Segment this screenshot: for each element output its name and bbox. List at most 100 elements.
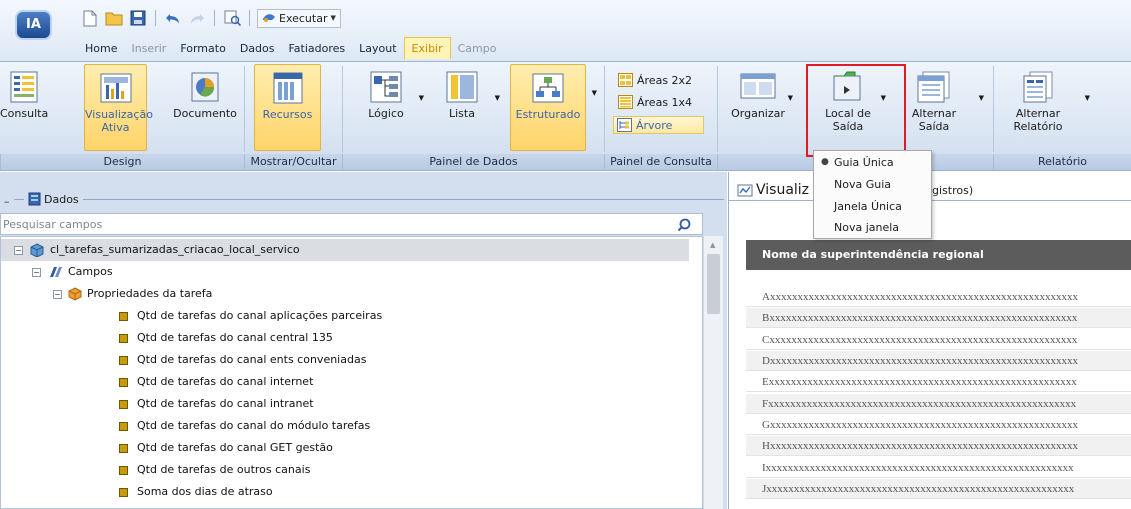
group-label-mostrar-ocultar: Mostrar/Ocultar	[244, 154, 342, 170]
collapse-node-icon[interactable]: −	[53, 289, 62, 299]
areas-2x2-button[interactable]: Áreas 2x2	[615, 71, 695, 89]
measure-icon	[119, 487, 128, 497]
tree-field-item[interactable]: Qtd de tarefas do canal central 135	[1, 327, 333, 349]
table-row[interactable]: Hxxxxxxxxxxxxxxxxxxxxxxxxxxxxxxxxxxxxxxx…	[746, 436, 1131, 456]
tab-home[interactable]: Home	[78, 39, 124, 59]
tree-field-item[interactable]: Qtd de tarefas do canal ents conveniadas	[1, 349, 366, 371]
tab-dados[interactable]: Dados	[233, 39, 282, 59]
scrollbar-thumb[interactable]	[707, 254, 720, 314]
app-logo[interactable]: IA	[15, 10, 52, 40]
saida-label: Saída	[918, 120, 950, 133]
fields-icon	[50, 267, 62, 277]
consulta-label: Consulta	[0, 107, 49, 120]
tree-node-propriedades[interactable]: − Propriedades da tarefa	[1, 283, 212, 305]
table-row[interactable]: Fxxxxxxxxxxxxxxxxxxxxxxxxxxxxxxxxxxxxxxx…	[746, 394, 1131, 414]
chevron-down-icon[interactable]: ▼	[592, 87, 597, 100]
tree-field-item[interactable]: Qtd de tarefas de outros canais	[1, 459, 310, 481]
measure-icon	[119, 421, 128, 431]
view-icon	[737, 184, 753, 196]
areas-1x4-button[interactable]: Áreas 1x4	[615, 93, 695, 111]
view-panel-title: Visualiz	[737, 182, 809, 198]
highlight-frame	[806, 64, 906, 157]
table-row[interactable]: Cxxxxxxxxxxxxxxxxxxxxxxxxxxxxxxxxxxxxxxx…	[746, 330, 1131, 350]
tab-fatiadores[interactable]: Fatiadores	[281, 39, 352, 59]
documento-button[interactable]: Documento	[170, 70, 240, 138]
tree-field-item[interactable]: Qtd de tarefas do canal do módulo tarefa…	[1, 415, 370, 437]
chevron-down-icon[interactable]: ▼	[419, 92, 424, 105]
alternar-relatorio-button[interactable]: Alternar Relatório ▼	[1006, 70, 1090, 150]
quick-access-toolbar: Executar ▼	[80, 7, 341, 29]
structured-view-icon	[532, 73, 564, 103]
tab-campo[interactable]: Campo	[451, 39, 504, 59]
output-location-menu: ● Guia Única Nova Guia Janela Única Nova…	[813, 150, 932, 239]
redo-icon[interactable]	[187, 9, 207, 28]
collapse-panel-icon[interactable]: –	[4, 195, 10, 208]
chevron-down-icon[interactable]: ▼	[1085, 92, 1090, 105]
field-search-input[interactable]: Pesquisar campos	[0, 213, 703, 235]
new-document-icon[interactable]	[80, 9, 100, 28]
collapse-node-icon[interactable]: −	[14, 245, 23, 255]
ribbon-tabs: Home Inserir Formato Dados Fatiadores La…	[78, 37, 503, 59]
tree-field-item[interactable]: Qtd de tarefas do canal internet	[1, 371, 313, 393]
chevron-down-icon[interactable]: ▼	[331, 14, 336, 22]
ribbon: Consulta Visualização Ativa Documento Re…	[0, 62, 1131, 171]
tree-scrollbar[interactable]: ▲	[703, 236, 723, 509]
active-view-icon	[100, 73, 131, 103]
search-icon[interactable]	[673, 216, 695, 233]
chevron-down-icon[interactable]: ▼	[495, 92, 500, 105]
undo-icon[interactable]	[163, 9, 183, 28]
list-view-icon	[446, 71, 478, 103]
group-label-design: Design	[0, 154, 244, 170]
tab-exibir[interactable]: Exibir	[403, 37, 451, 59]
collapse-node-icon[interactable]: −	[32, 267, 41, 277]
tab-formato[interactable]: Formato	[173, 39, 233, 59]
table-row[interactable]: Axxxxxxxxxxxxxxxxxxxxxxxxxxxxxxxxxxxxxxx…	[746, 287, 1131, 307]
open-folder-icon[interactable]	[104, 9, 124, 28]
table-column-header[interactable]: Nome da superintendência regional	[746, 240, 1131, 270]
search-placeholder: Pesquisar campos	[3, 218, 103, 231]
menu-item-nova-janela[interactable]: Nova janela	[814, 217, 931, 238]
tree-node-campos[interactable]: − Campos	[1, 261, 113, 283]
tree-field-item[interactable]: Qtd de tarefas do canal aplicações parce…	[1, 305, 382, 327]
consulta-button[interactable]: Consulta	[0, 70, 49, 138]
areas-1x4-label: Áreas 1x4	[637, 95, 693, 109]
logical-view-icon	[370, 71, 402, 103]
visualizacao-ativa-button[interactable]: Visualização Ativa	[84, 64, 153, 151]
chevron-down-icon[interactable]: ▼	[979, 92, 984, 105]
estruturado-button[interactable]: Estruturado ▼	[510, 64, 597, 151]
table-row[interactable]: Jxxxxxxxxxxxxxxxxxxxxxxxxxxxxxxxxxxxxxxx…	[746, 479, 1131, 499]
tree-root-node[interactable]: − cl_tarefas_sumarizadas_criacao_local_s…	[1, 239, 689, 261]
print-preview-icon[interactable]	[222, 9, 242, 28]
arvore-button[interactable]: Árvore	[613, 116, 704, 134]
tab-inserir[interactable]: Inserir	[124, 39, 173, 59]
menu-item-label: Nova Guia	[834, 178, 891, 191]
measure-icon	[119, 443, 128, 453]
menu-item-guia-unica[interactable]: ● Guia Única	[814, 152, 931, 173]
recursos-button[interactable]: Recursos	[254, 64, 321, 151]
lista-button[interactable]: Lista ▼	[438, 70, 500, 138]
arvore-label: Árvore	[636, 118, 673, 132]
chevron-down-icon[interactable]: ▼	[788, 92, 793, 105]
table-row[interactable]: Gxxxxxxxxxxxxxxxxxxxxxxxxxxxxxxxxxxxxxxx…	[746, 415, 1131, 435]
alternar-saida-button[interactable]: Alternar Saída ▼	[904, 70, 984, 150]
scroll-up-icon[interactable]: ▲	[710, 241, 715, 249]
table-row[interactable]: Dxxxxxxxxxxxxxxxxxxxxxxxxxxxxxxxxxxxxxxx…	[746, 351, 1131, 371]
tree-field-item[interactable]: Qtd de tarefas do canal intranet	[1, 393, 314, 415]
measure-icon	[119, 355, 128, 365]
table-row[interactable]: Bxxxxxxxxxxxxxxxxxxxxxxxxxxxxxxxxxxxxxxx…	[746, 308, 1131, 328]
table-row[interactable]: Exxxxxxxxxxxxxxxxxxxxxxxxxxxxxxxxxxxxxxx…	[746, 372, 1131, 392]
table-row[interactable]: Ixxxxxxxxxxxxxxxxxxxxxxxxxxxxxxxxxxxxxxx…	[746, 458, 1131, 478]
group-label-painel-dados: Painel de Dados	[342, 154, 604, 170]
menu-item-nova-guia[interactable]: Nova Guia	[814, 174, 931, 195]
tree-field-item[interactable]: Qtd de tarefas do canal GET gestão	[1, 437, 333, 459]
logico-button[interactable]: Lógico ▼	[362, 70, 424, 138]
switch-report-icon	[1023, 71, 1053, 103]
execute-button[interactable]: Executar ▼	[257, 8, 341, 28]
save-icon[interactable]	[128, 9, 148, 28]
organizar-button[interactable]: Organizar ▼	[728, 70, 793, 138]
alternar-label: Alternar	[911, 107, 957, 120]
menu-item-janela-unica[interactable]: Janela Única	[814, 196, 931, 217]
field-label: Soma dos dias de atraso	[137, 485, 273, 498]
tab-layout[interactable]: Layout	[352, 39, 403, 59]
tree-field-item[interactable]: Soma dos dias de atraso	[1, 481, 273, 503]
